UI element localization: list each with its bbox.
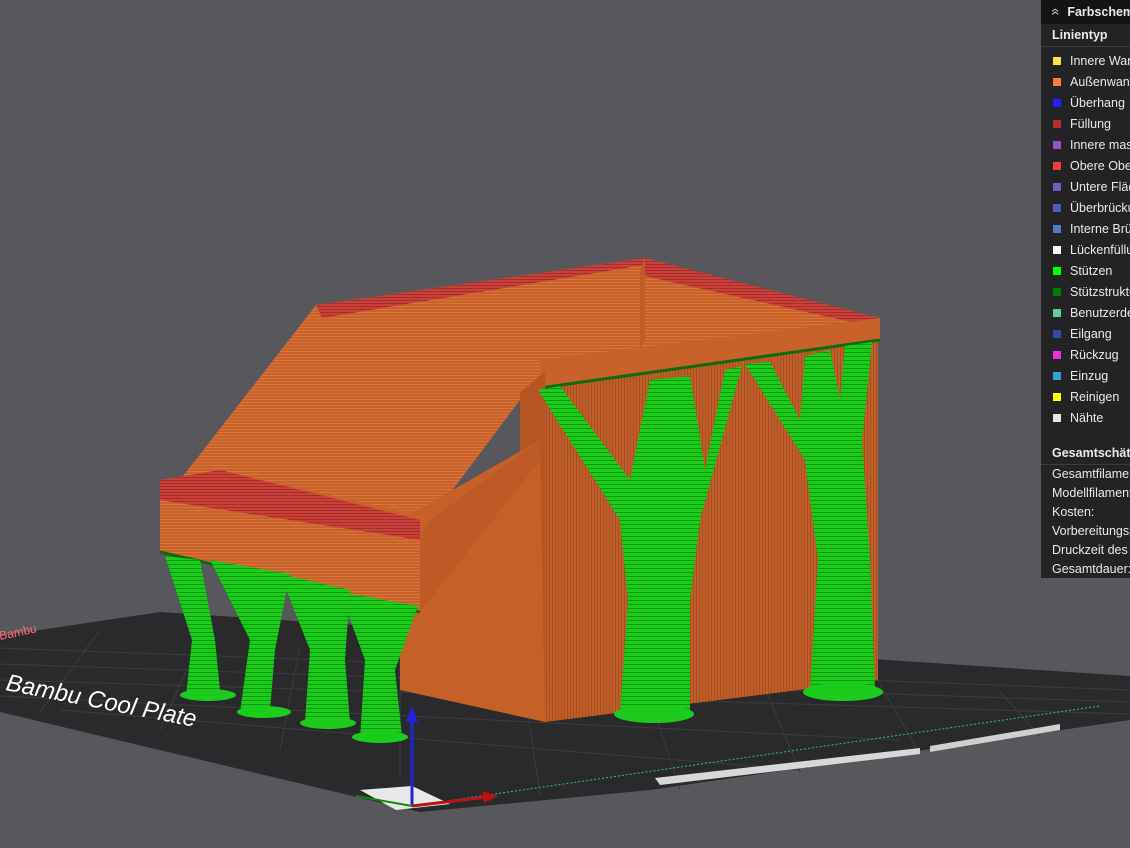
color-swatch (1053, 371, 1061, 380)
color-swatch (1053, 308, 1061, 317)
legend-item[interactable]: Nähte (1041, 407, 1130, 428)
legend-item[interactable]: Außenwand (1041, 71, 1130, 92)
color-swatch (1053, 140, 1061, 149)
legend-item[interactable]: Füllung (1041, 113, 1130, 134)
legend-label: Überbrückung (1070, 200, 1130, 215)
legend-label: Interne Brücke (1070, 221, 1130, 236)
legend-label: Stützen (1070, 263, 1113, 278)
legend-item[interactable]: Eilgang (1041, 323, 1130, 344)
color-swatch (1053, 287, 1061, 296)
color-swatch (1053, 161, 1061, 170)
legend-label: Nähte (1070, 410, 1104, 425)
legend-item[interactable]: Überbrückung (1041, 197, 1130, 218)
legend-item[interactable]: Interne Brücke (1041, 218, 1130, 239)
summary-item: Vorbereitungszeit: (1052, 524, 1130, 538)
legend-item[interactable]: Stützstruktur (1041, 281, 1130, 302)
summary-item: Druckzeit des Modells: (1052, 543, 1130, 557)
color-swatch (1053, 224, 1061, 233)
color-swatch (1053, 56, 1061, 65)
legend-item[interactable]: Reinigen (1041, 386, 1130, 407)
legend-item[interactable]: Innere Wand (1041, 50, 1130, 71)
legend-item[interactable]: Einzug (1041, 365, 1130, 386)
legend-item[interactable]: Benutzerdefiniert (1041, 302, 1130, 323)
summary-item: Gesamtdauer: (1052, 562, 1130, 576)
legend-label: Überhang (1070, 95, 1125, 110)
chevron-up-icon[interactable] (1051, 5, 1059, 19)
line-type-list: Innere Wand Außenwand Überhang Füllung Inner… (1041, 47, 1130, 428)
color-swatch (1053, 245, 1061, 254)
line-type-header: Linientyp (1041, 24, 1130, 47)
summary-header: Gesamtschätzung (1041, 442, 1130, 465)
summary-list: Gesamtfilament: Modellfilament: Kosten: Vor… (1041, 465, 1130, 578)
legend-label: Einzug (1070, 368, 1109, 383)
summary-item: Modellfilament: (1052, 486, 1130, 500)
color-swatch (1053, 77, 1061, 86)
legend-label: Benutzerdefiniert (1070, 305, 1130, 320)
legend-item[interactable]: Obere Oberfläche (1041, 155, 1130, 176)
color-swatch (1053, 119, 1061, 128)
summary-item: Gesamtfilament: (1052, 467, 1130, 481)
color-swatch (1053, 413, 1061, 422)
legend-label: Reinigen (1070, 389, 1120, 404)
legend-item[interactable]: Überhang (1041, 92, 1130, 113)
legend-label: Eilgang (1070, 326, 1112, 341)
legend-label: Füllung (1070, 116, 1111, 131)
panel-header[interactable]: Farbschema (1041, 0, 1130, 24)
summary-item: Kosten: (1052, 505, 1095, 519)
legend-item[interactable]: Innere massive Füllung (1041, 134, 1130, 155)
color-swatch (1053, 203, 1061, 212)
panel-title: Farbschema (1067, 5, 1130, 19)
color-swatch (1053, 182, 1061, 191)
color-swatch (1053, 329, 1061, 338)
legend-label: Außenwand (1070, 74, 1130, 89)
3d-viewport[interactable]: Bambu Cool Plate Bambu (0, 0, 1130, 848)
legend-label: Lückenfüllung (1070, 242, 1130, 257)
color-swatch (1053, 350, 1061, 359)
legend-label: Obere Oberfläche (1070, 158, 1130, 173)
legend-label: Stützstruktur (1070, 284, 1130, 299)
legend-item[interactable]: Untere Fläche (1041, 176, 1130, 197)
legend-label: Innere Wand (1070, 53, 1130, 68)
legend-label: Innere massive Füllung (1070, 137, 1130, 152)
legend-label: Untere Fläche (1070, 179, 1130, 194)
color-swatch (1053, 392, 1061, 401)
legend-item[interactable]: Stützen (1041, 260, 1130, 281)
legend-item[interactable]: Lückenfüllung (1041, 239, 1130, 260)
legend-label: Rückzug (1070, 347, 1119, 362)
color-scheme-panel: Farbschema Linientyp Innere Wand Außenwan… (1041, 0, 1130, 578)
color-swatch (1053, 98, 1061, 107)
legend-item[interactable]: Rückzug (1041, 344, 1130, 365)
color-swatch (1053, 266, 1061, 275)
